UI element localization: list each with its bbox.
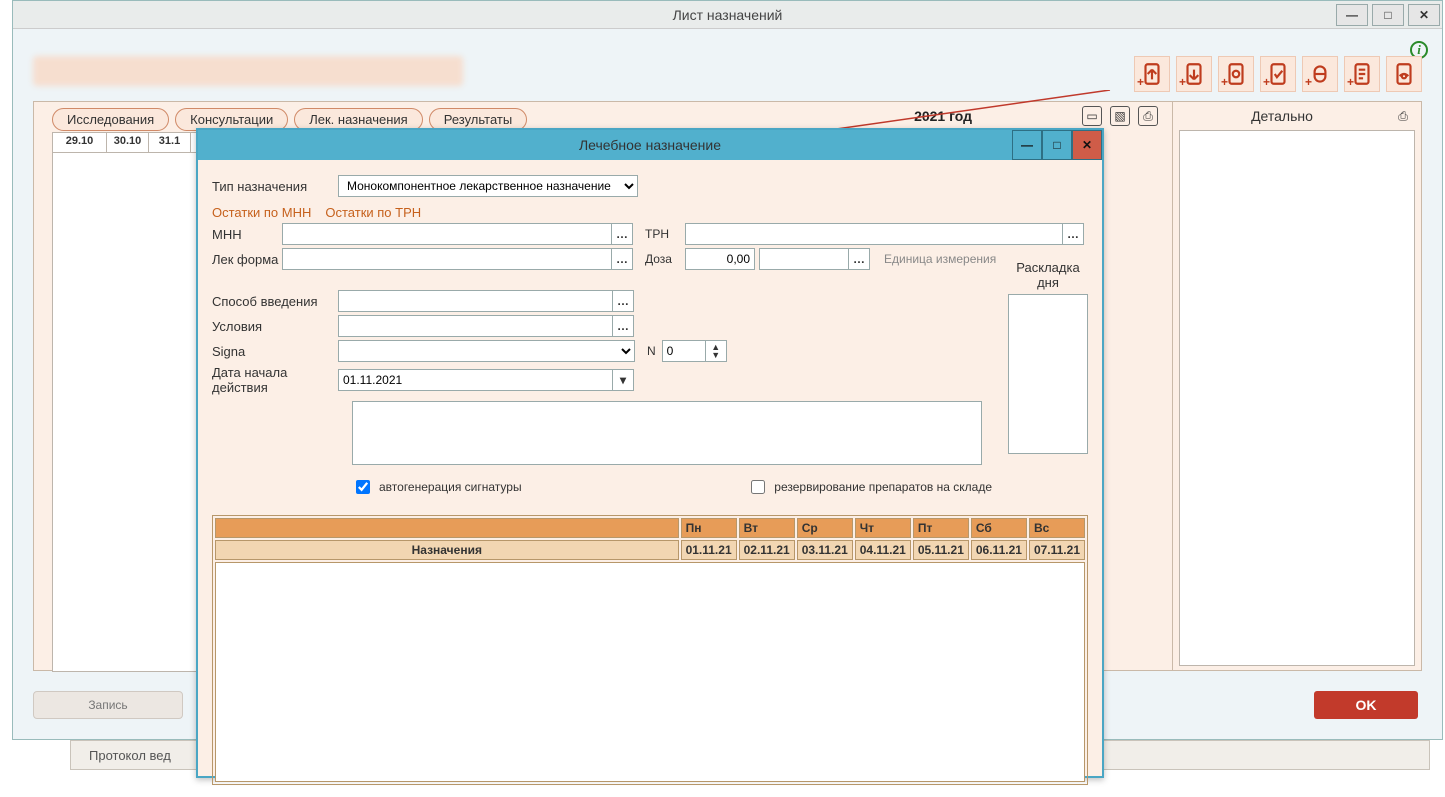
date-header: 07.11.21 — [1029, 540, 1085, 560]
pill-research[interactable]: Исследования — [52, 108, 169, 131]
record-button[interactable]: Запись — [33, 691, 183, 719]
close-button[interactable]: ✕ — [1408, 4, 1440, 26]
lekform-input[interactable] — [282, 248, 612, 270]
label-startdate: Дата начала действия — [212, 365, 338, 395]
date-header: 02.11.21 — [739, 540, 795, 560]
detail-print-icon[interactable]: ⎙ — [1393, 106, 1413, 126]
toolbar-icon-note[interactable]: + — [1344, 56, 1380, 92]
year-label: 2021 год — [914, 108, 972, 124]
lekform-lookup-button[interactable]: … — [611, 248, 633, 270]
toolbar-icon-med[interactable]: + — [1302, 56, 1338, 92]
calendar-icon[interactable]: ▭ — [1082, 106, 1102, 126]
toolbar-icon-import[interactable]: + — [1176, 56, 1212, 92]
minimize-button[interactable]: — — [1336, 4, 1368, 26]
autogen-checkbox[interactable] — [356, 480, 370, 494]
bottom-tab-protocol[interactable]: Протокол вед — [89, 748, 171, 763]
label-route: Способ введения — [212, 294, 338, 309]
dialog-minimize-button[interactable]: — — [1012, 130, 1042, 160]
link-remains-trn[interactable]: Остатки по ТРН — [325, 205, 421, 220]
reserve-checkbox[interactable] — [751, 480, 765, 494]
main-window-titlebar: Лист назначений — □ ✕ — [13, 1, 1442, 29]
label-lekform: Лек форма — [212, 252, 282, 267]
n-spinner[interactable]: ▲▼ — [705, 340, 727, 362]
date-header: 06.11.21 — [971, 540, 1027, 560]
date-header: 04.11.21 — [855, 540, 911, 560]
date-header: 01.11.21 — [681, 540, 737, 560]
label-mnn: МНН — [212, 227, 282, 242]
dialog-close-button[interactable]: ✕ — [1072, 130, 1102, 160]
link-remains-mnn[interactable]: Остатки по МНН — [212, 205, 311, 220]
label-dayplan: Раскладка дня — [1008, 260, 1088, 290]
toolbar-icon-export[interactable]: + — [1134, 56, 1170, 92]
toolbar: + + + + + + — [1134, 56, 1422, 92]
day-header: Ср — [797, 518, 853, 538]
autogen-checkbox-label[interactable]: автогенерация сигнатуры — [352, 477, 522, 497]
signa-select[interactable] — [338, 340, 635, 362]
label-cond: Условия — [212, 319, 338, 334]
detail-content — [1179, 130, 1415, 666]
toolbar-icon-view[interactable] — [1386, 56, 1422, 92]
naz-header: Назначения — [215, 540, 679, 560]
dose-unit-input[interactable] — [759, 248, 849, 270]
n-input[interactable] — [662, 340, 706, 362]
route-lookup-button[interactable]: … — [612, 290, 634, 312]
label-trn: ТРН — [645, 227, 685, 241]
main-window-title: Лист назначений — [673, 7, 783, 23]
detail-panel: Детально ⎙ — [1172, 101, 1422, 671]
label-n: N — [647, 344, 656, 358]
dialog-maximize-button[interactable]: □ — [1042, 130, 1072, 160]
label-type: Тип назначения — [212, 179, 338, 194]
route-input[interactable] — [338, 290, 613, 312]
cond-lookup-button[interactable]: … — [612, 315, 634, 337]
signature-textarea[interactable] — [352, 401, 982, 465]
startdate-input[interactable] — [338, 369, 613, 391]
dose-unit-lookup-button[interactable]: … — [848, 248, 870, 270]
startdate-picker-button[interactable]: ▾ — [612, 369, 634, 391]
type-select[interactable]: Монокомпонентное лекарственное назначени… — [338, 175, 638, 197]
date-header[interactable]: 30.10 — [107, 133, 149, 152]
table-row[interactable] — [215, 562, 1085, 782]
treatment-dialog: Лечебное назначение — □ ✕ Тип назначения… — [196, 128, 1104, 778]
dialog-titlebar: Лечебное назначение — □ ✕ — [198, 130, 1102, 160]
patient-name-blurred — [33, 56, 463, 86]
label-dose: Доза — [645, 252, 685, 266]
day-header: Вт — [739, 518, 795, 538]
toolbar-icon-cert[interactable]: + — [1218, 56, 1254, 92]
detail-panel-title: Детально — [1173, 108, 1391, 124]
day-header: Чт — [855, 518, 911, 538]
toolbar-icon-check[interactable]: + — [1260, 56, 1296, 92]
schedule-table: Пн Вт Ср Чт Пт Сб Вс Назначения 01.11.21… — [212, 515, 1088, 785]
trn-lookup-button[interactable]: … — [1062, 223, 1084, 245]
date-header[interactable]: 31.1 — [149, 133, 191, 152]
label-unit: Единица измерения — [884, 252, 996, 266]
date-header: 03.11.21 — [797, 540, 853, 560]
mnn-lookup-button[interactable]: … — [611, 223, 633, 245]
dose-input[interactable] — [685, 248, 755, 270]
day-header: Вс — [1029, 518, 1085, 538]
day-header: Сб — [971, 518, 1027, 538]
dialog-title: Лечебное назначение — [579, 137, 721, 153]
maximize-button[interactable]: □ — [1372, 4, 1404, 26]
print-icon[interactable]: ⎙ — [1138, 106, 1158, 126]
date-header[interactable]: 29.10 — [53, 133, 107, 152]
day-header: Пн — [681, 518, 737, 538]
cond-input[interactable] — [338, 315, 613, 337]
date-header: 05.11.21 — [913, 540, 969, 560]
ok-button[interactable]: OK — [1314, 691, 1418, 719]
reserve-checkbox-label[interactable]: резервирование препаратов на складе — [747, 477, 992, 497]
dayplan-box[interactable] — [1008, 294, 1088, 454]
label-signa: Signa — [212, 344, 338, 359]
mnn-input[interactable] — [282, 223, 612, 245]
day-header: Пт — [913, 518, 969, 538]
calendar-add-icon[interactable]: ▧ — [1110, 106, 1130, 126]
trn-input[interactable] — [685, 223, 1063, 245]
